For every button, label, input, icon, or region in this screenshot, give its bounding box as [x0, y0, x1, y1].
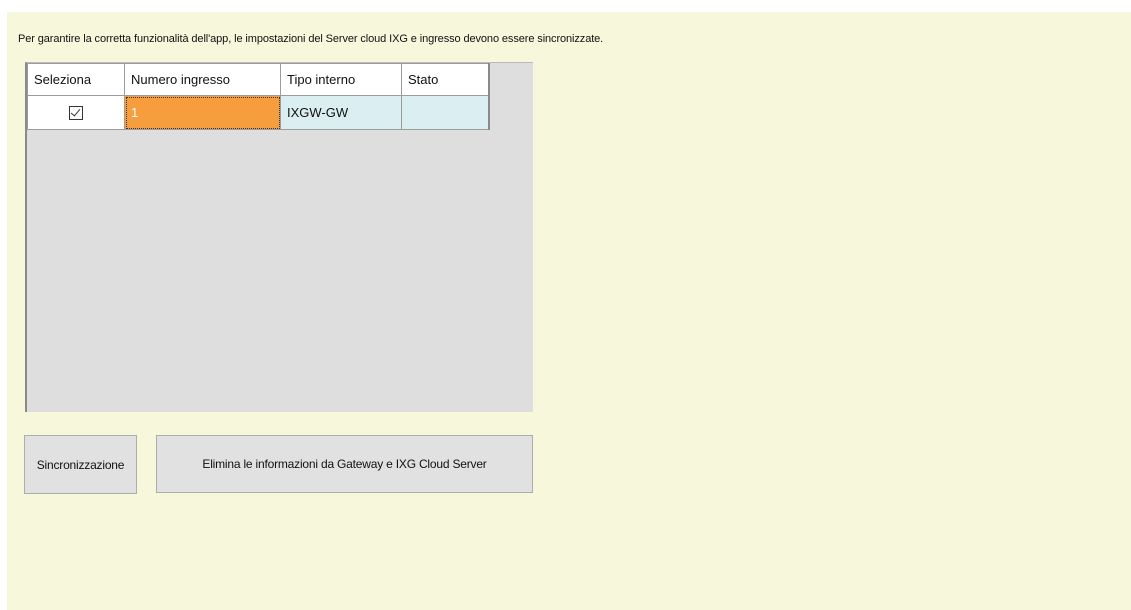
delete-info-button[interactable]: Elimina le informazioni da Gateway e IXG…: [156, 435, 533, 493]
numero-ingresso-cell[interactable]: 1: [124, 95, 281, 130]
table-header-row: Seleziona Numero ingresso Tipo interno S…: [27, 63, 490, 96]
select-cell[interactable]: [27, 95, 125, 130]
column-header-tipo-interno[interactable]: Tipo interno: [280, 63, 402, 96]
table-row[interactable]: 1 IXGW-GW: [27, 95, 490, 130]
entrance-table: Seleziona Numero ingresso Tipo interno S…: [27, 63, 490, 130]
sync-info-text: Per garantire la corretta funzionalità d…: [18, 33, 604, 45]
sync-button[interactable]: Sincronizzazione: [24, 435, 137, 494]
column-header-numero-ingresso[interactable]: Numero ingresso: [124, 63, 281, 96]
stato-cell[interactable]: [401, 95, 490, 130]
entrance-grid[interactable]: Seleziona Numero ingresso Tipo interno S…: [25, 62, 533, 412]
select-checkbox[interactable]: [69, 106, 83, 121]
column-header-seleziona[interactable]: Seleziona: [27, 63, 125, 96]
column-header-stato[interactable]: Stato: [401, 63, 490, 96]
tipo-interno-cell[interactable]: IXGW-GW: [280, 95, 402, 130]
